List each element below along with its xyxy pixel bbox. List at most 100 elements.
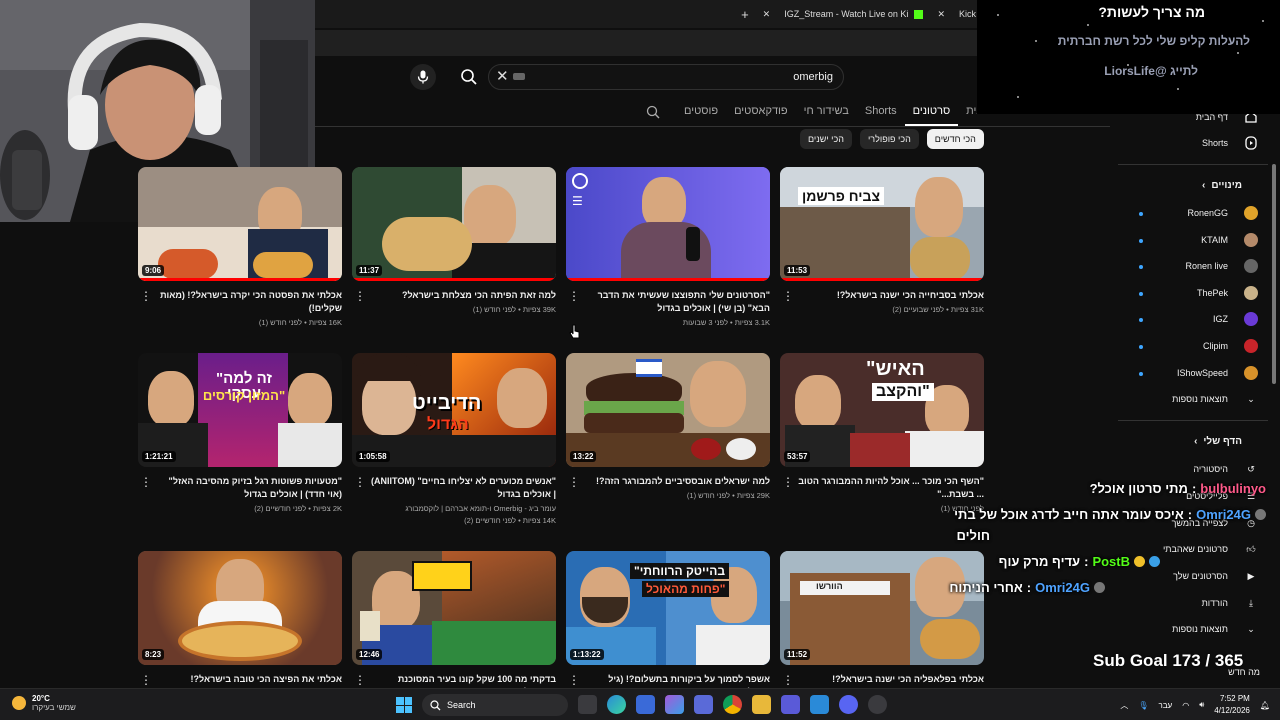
video-card[interactable]: 13:22 למה ישראלים אובססיביים להמבורגר הז… <box>566 353 770 500</box>
video-card[interactable]: 8:23 אכלתי את הפיצה הכי טובה בישראל?! ⋮ <box>138 551 342 686</box>
video-thumbnail[interactable]: 12:46 <box>352 551 556 665</box>
keyboard-icon[interactable] <box>513 73 525 80</box>
more-options-icon[interactable]: ⋮ <box>140 476 152 488</box>
bell-icon[interactable]: 🔔︎ <box>1260 701 1270 710</box>
sidebar-item-sub[interactable]: Clipim <box>1203 334 1260 358</box>
video-thumbnail[interactable]: צביח פרשמן 11:53 <box>780 167 984 281</box>
sidebar-item-liked[interactable]: 👍︎ סרטונים שאהבתי <box>1163 537 1260 561</box>
video-title[interactable]: אכלתי בפלאפליה הכי ישנה בישראל?! <box>780 673 984 686</box>
video-thumbnail[interactable]: "בהייטק הרווחתי פחות מהאוכל" 1:13:22 <box>566 551 770 665</box>
chip-newest[interactable]: הכי חדשים <box>926 129 984 149</box>
more-options-icon[interactable]: ⋮ <box>140 674 152 686</box>
search-input[interactable]: omerbig <box>488 64 844 90</box>
sidebar-show-more[interactable]: ⌄ תוצאות נוספות <box>1172 387 1260 411</box>
video-thumbnail[interactable]: 13:22 <box>566 353 770 467</box>
subscriptions-header[interactable]: מינויים › <box>1202 180 1242 191</box>
more-options-icon[interactable]: ⋮ <box>782 290 794 302</box>
windows-start-icon[interactable] <box>396 697 412 713</box>
browser-tab-kick-stream[interactable]: IGZ_Stream - Watch Live on Ki <box>784 9 924 19</box>
sidebar-item-sub[interactable]: KTAIM <box>1201 228 1260 252</box>
video-title[interactable]: אכלתי את הפסטה הכי יקרה בישראל?! (מאות ש… <box>138 289 342 315</box>
video-thumbnail[interactable]: הוורשו 11:52 <box>780 551 984 665</box>
tab-podcasts[interactable]: פודקאסטים <box>726 98 796 126</box>
discord-icon[interactable] <box>839 695 858 714</box>
video-card[interactable]: הוורשו 11:52 אכלתי בפלאפליה הכי ישנה ביש… <box>780 551 984 686</box>
more-options-icon[interactable]: ⋮ <box>782 674 794 686</box>
more-options-icon[interactable]: ⋮ <box>568 290 580 302</box>
file-explorer-icon[interactable] <box>752 695 771 714</box>
app-icon[interactable] <box>810 695 829 714</box>
video-thumbnail[interactable]: 9:06 <box>138 167 342 281</box>
language-indicator[interactable]: עבר <box>1159 701 1173 710</box>
chrome-icon[interactable] <box>723 695 742 714</box>
weather-widget[interactable]: 20°C שמשי בעיקרו <box>12 694 76 712</box>
more-options-icon[interactable]: ⋮ <box>140 290 152 302</box>
add-to-queue-icon[interactable]: ☰ <box>572 195 588 209</box>
browser-tab-kick[interactable]: Kick <box>959 9 976 19</box>
video-thumbnail[interactable]: 8:23 <box>138 551 342 665</box>
more-options-icon[interactable]: ⋮ <box>354 476 366 488</box>
obs-icon[interactable] <box>868 695 887 714</box>
video-thumbnail[interactable]: הדיבייט הגדול 1:05:58 <box>352 353 556 467</box>
video-card[interactable]: 11:37 למה זאת הפיתה הכי מצלחת בישראל? 39… <box>352 167 556 314</box>
video-card[interactable]: הדיבייט הגדול 1:05:58 "אנשים מכוערים לא … <box>352 353 556 525</box>
sidebar-item-sub[interactable]: RonenGG <box>1187 201 1260 225</box>
close-icon[interactable]: ✕ <box>937 9 945 20</box>
video-title[interactable]: "אנשים מכוערים לא יצליחו בחיים" (ANIITOM… <box>352 475 556 501</box>
sidebar-item-sub[interactable]: Ronen live <box>1185 254 1260 278</box>
more-options-icon[interactable]: ⋮ <box>568 476 580 488</box>
task-view-icon[interactable] <box>578 695 597 714</box>
tab-posts[interactable]: פוסטים <box>676 98 726 126</box>
teams-icon[interactable] <box>781 695 800 714</box>
wifi-icon[interactable]: ◠ <box>1182 701 1189 710</box>
sidebar-item-your-videos[interactable]: ▶ הסרטונים שלך <box>1173 564 1260 588</box>
copilot-icon[interactable] <box>665 695 684 714</box>
clock[interactable]: 7:52 PM 4/12/2026 <box>1214 693 1250 717</box>
browser-address-bar[interactable] <box>315 30 980 56</box>
chip-oldest[interactable]: הכי ישנים <box>800 129 852 149</box>
video-card[interactable]: "האיש והקצב" 53:57 "השף הכי מוכר ... אוכ… <box>780 353 984 513</box>
video-title[interactable]: "הסרטונים שלי התפוצצו שעשיתי את הדבר הבא… <box>566 289 770 315</box>
you-header[interactable]: הדף שלי › <box>1194 436 1242 447</box>
chip-popular[interactable]: הכי פופולרי <box>859 129 919 149</box>
video-card[interactable]: צביח פרשמן 11:53 אכלתי בסביחייה הכי ישנה… <box>780 167 984 314</box>
tab-live[interactable]: בשידור חי <box>796 98 857 126</box>
video-title[interactable]: "השף הכי מוכר ... אוכל להיות ההמבורגר הט… <box>780 475 984 501</box>
channel-search-icon[interactable] <box>640 99 666 125</box>
sidebar-item-shorts[interactable]: Shorts <box>1202 131 1260 155</box>
video-thumbnail[interactable]: ☰ <box>566 167 770 281</box>
voice-search-button[interactable] <box>410 64 436 90</box>
tab-shorts[interactable]: Shorts <box>857 98 905 126</box>
video-thumbnail[interactable]: "האיש והקצב" 53:57 <box>780 353 984 467</box>
video-card[interactable]: 9:06 אכלתי את הפסטה הכי יקרה בישראל?! (מ… <box>138 167 342 327</box>
video-thumbnail[interactable]: "זה למה עסקי המזון קורסים" 1:21:21 <box>138 353 342 467</box>
sidebar-item-downloads[interactable]: ⤓ הורדות <box>1202 591 1260 615</box>
new-tab-button[interactable]: + <box>741 7 749 22</box>
video-card[interactable]: "בהייטק הרווחתי פחות מהאוכל" 1:13:22 אשפ… <box>566 551 770 699</box>
sidebar-item-sub[interactable]: IShowSpeed <box>1177 361 1260 385</box>
tab-videos[interactable]: סרטונים <box>904 98 959 126</box>
video-thumbnail[interactable]: 11:37 <box>352 167 556 281</box>
sidebar-show-more[interactable]: ⌄ תוצאות נוספות <box>1172 617 1260 641</box>
more-options-icon[interactable]: ⋮ <box>568 674 580 686</box>
video-card[interactable]: 12:46 בדקתי מה 100 שקל קונו בעיר המסוכנת… <box>352 551 556 699</box>
taskbar-search[interactable]: Search <box>422 694 568 716</box>
clear-search-icon[interactable]: ✕ <box>496 67 509 85</box>
more-options-icon[interactable]: ⋮ <box>782 476 794 488</box>
more-options-icon[interactable]: ⋮ <box>354 290 366 302</box>
chevron-up-icon[interactable]: ︿ <box>1120 700 1128 711</box>
video-title[interactable]: למה זאת הפיתה הכי מצלחת בישראל? <box>352 289 556 302</box>
sidebar-item-sub[interactable]: IGZ <box>1213 307 1260 331</box>
video-title[interactable]: אכלתי בסביחייה הכי ישנה בישראל?! <box>780 289 984 302</box>
video-title[interactable]: אכלתי את הפיצה הכי טובה בישראל?! <box>138 673 342 686</box>
microphone-icon[interactable]: 🎙︎ <box>1138 701 1148 710</box>
video-title[interactable]: "מטעויות פשוטות רגל בזיוק מהסיבה האזל" (… <box>138 475 342 501</box>
video-title[interactable]: למה ישראלים אובססיביים להמבורגר הזה?! <box>566 475 770 488</box>
video-card[interactable]: "זה למה עסקי המזון קורסים" 1:21:21 "מטעו… <box>138 353 342 513</box>
sidebar-item-sub[interactable]: ThePek <box>1197 281 1260 305</box>
watch-later-icon[interactable] <box>572 173 588 189</box>
store-icon[interactable] <box>636 695 655 714</box>
close-icon[interactable]: ✕ <box>763 9 771 20</box>
more-options-icon[interactable]: ⋮ <box>354 674 366 686</box>
search-button[interactable] <box>457 65 481 89</box>
